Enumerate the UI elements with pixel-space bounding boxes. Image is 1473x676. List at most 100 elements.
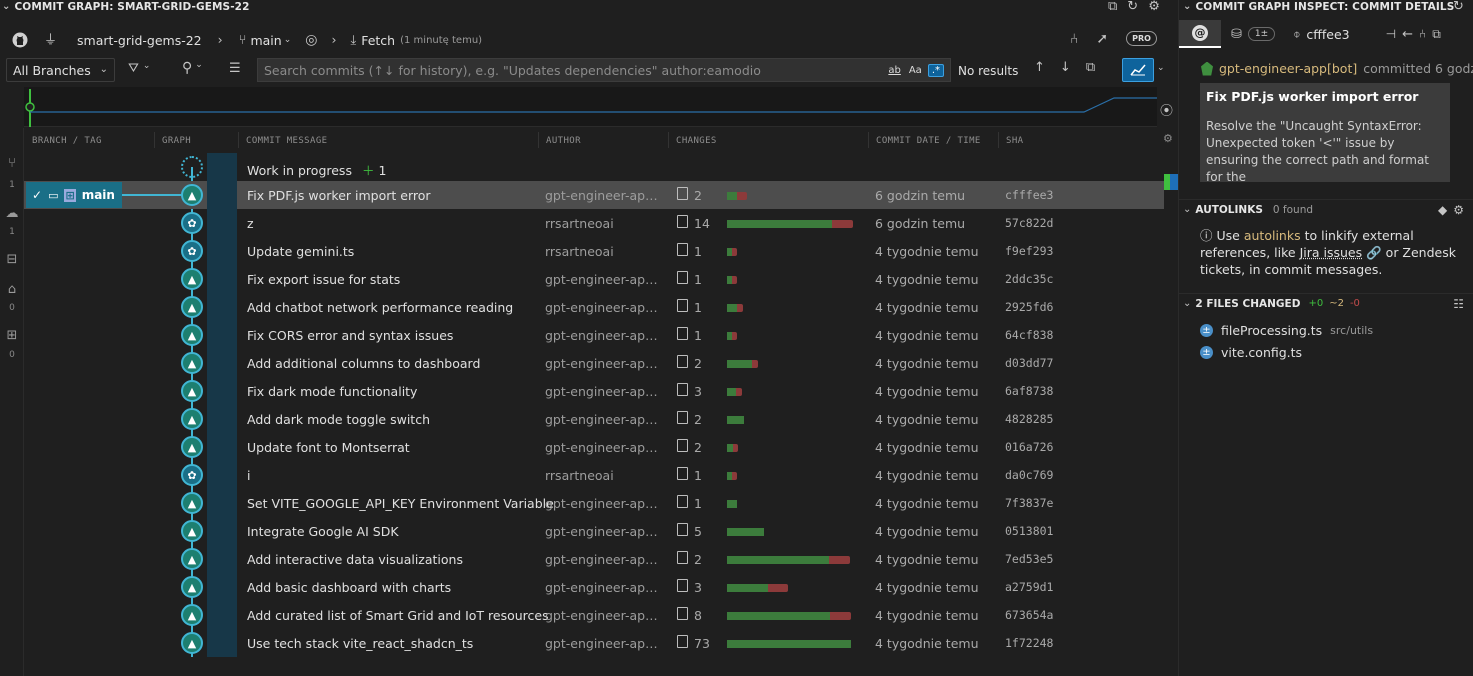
list-filter-icon[interactable]: ☰: [229, 62, 241, 75]
diamond-icon[interactable]: ◆: [1438, 204, 1447, 216]
user-avatar-icon[interactable]: ✿: [181, 240, 203, 262]
bot-avatar-icon[interactable]: ▲: [181, 352, 203, 374]
arrow-left-icon[interactable]: ←: [1402, 28, 1413, 41]
match-word-toggle[interactable]: ab: [888, 65, 900, 76]
commit-message: Add basic dashboard with charts: [247, 580, 452, 595]
branch-ref-main[interactable]: ✓ ▭ ⊞ main: [26, 182, 122, 208]
gear-icon[interactable]: ⚙: [1453, 204, 1464, 216]
fetch-button[interactable]: Fetch: [361, 33, 395, 48]
branches-select[interactable]: All Branches ⌄: [6, 58, 115, 82]
fetch-icon[interactable]: ⤓: [350, 34, 356, 47]
gear-icon[interactable]: ⚙: [1148, 0, 1160, 13]
commit-row[interactable]: ✿ i rrsartneoai 1 4 tygodnie temu da0c769: [24, 461, 1164, 489]
bot-avatar-icon[interactable]: ▲: [181, 520, 203, 542]
commit-row[interactable]: ▲ Add chatbot network performance reading…: [24, 293, 1164, 321]
refresh-icon[interactable]: ↻: [1453, 0, 1464, 13]
commit-row[interactable]: ▲ Add additional columns to dashboard gpt-…: [24, 349, 1164, 377]
rocket-icon[interactable]: ➚: [1096, 32, 1108, 46]
changes-badge[interactable]: 1±: [1247, 27, 1276, 41]
file-item[interactable]: ± vite.config.ts: [1200, 345, 1302, 360]
commit-row[interactable]: ▲ Fix CORS error and syntax issues gpt-eng…: [24, 321, 1164, 349]
bot-avatar-icon[interactable]: ▲: [181, 548, 203, 570]
bot-avatar-icon[interactable]: ▲: [181, 296, 203, 318]
commit-row[interactable]: ▲ Add curated list of Smart Grid and IoT …: [24, 601, 1164, 629]
col-sha[interactable]: SHA: [1006, 136, 1023, 146]
commit-row[interactable]: ▲ Set VITE_GOOGLE_API_KEY Environment Var…: [24, 489, 1164, 517]
wip-row[interactable]: Work in progress ＋ 1: [24, 153, 1164, 181]
pin-icon[interactable]: ⊣: [1386, 28, 1396, 40]
commit-sha[interactable]: cfffee3: [1306, 27, 1349, 42]
file-item[interactable]: ± fileProcessing.ts src/utils: [1200, 323, 1373, 338]
files-changed-header[interactable]: ⌄ 2 FILES CHANGED +0 ~2 -0 ☷: [1179, 293, 1473, 313]
bot-avatar-icon[interactable]: ▲: [181, 408, 203, 430]
bot-avatar-icon[interactable]: ▲: [181, 380, 203, 402]
github-icon[interactable]: [12, 32, 28, 48]
chevron-down-icon[interactable]: ⌄: [195, 61, 203, 75]
git-compare-icon[interactable]: ⑃: [1419, 28, 1426, 40]
merge-icon[interactable]: ⑃: [1070, 32, 1078, 46]
autolinks-link[interactable]: autolinks: [1244, 228, 1301, 243]
commit-row[interactable]: ▲ Fix dark mode functionality gpt-engineer…: [24, 377, 1164, 405]
match-case-toggle[interactable]: Aa: [909, 65, 922, 76]
user-avatar-icon[interactable]: ✿: [181, 212, 203, 234]
commit-row[interactable]: ✿ Update gemini.ts rrsartneoai 1 4 tygodnie …: [24, 237, 1164, 265]
bot-avatar-icon[interactable]: ▲: [181, 492, 203, 514]
tab-commit-details[interactable]: @: [1179, 20, 1221, 48]
col-changes[interactable]: CHANGES: [676, 136, 717, 146]
autolinks-header[interactable]: ⌄ AUTOLINKS 0 found ◆ ⚙: [1179, 199, 1473, 219]
chevron-down-icon[interactable]: ⌄: [1157, 64, 1165, 73]
open-external-icon[interactable]: ⧉: [1108, 0, 1117, 13]
refresh-icon[interactable]: ↻: [1127, 0, 1138, 13]
col-graph[interactable]: GRAPH: [162, 136, 191, 146]
commit-row[interactable]: ▲ Add basic dashboard with charts gpt-engi…: [24, 573, 1164, 601]
copy-icon[interactable]: ⧉: [1432, 28, 1441, 40]
commit-row[interactable]: ▲ Add interactive data visualizations gpt-…: [24, 545, 1164, 573]
list-tree-icon[interactable]: ☷: [1453, 298, 1464, 310]
chevron-down-icon[interactable]: ⌄: [143, 62, 151, 75]
commit-author[interactable]: gpt-engineer-app[bot]: [1219, 61, 1357, 76]
col-message[interactable]: COMMIT MESSAGE: [246, 136, 327, 146]
bot-avatar-icon[interactable]: ▲: [181, 576, 203, 598]
minimap[interactable]: [24, 87, 1157, 127]
target-icon[interactable]: ◎: [305, 33, 317, 47]
jira-link[interactable]: Jira issues: [1300, 245, 1363, 260]
chevron-down-icon[interactable]: ⌄: [2, 2, 10, 12]
branch-selector[interactable]: main: [250, 33, 281, 48]
col-author[interactable]: AUTHOR: [546, 136, 581, 146]
filter-icon[interactable]: ⛛: [128, 62, 139, 75]
commit-row[interactable]: ▲ Fix PDF.js worker import error gpt-engin…: [24, 181, 1164, 209]
bot-avatar-icon[interactable]: ▲: [181, 436, 203, 458]
col-branch-tag[interactable]: BRANCH / TAG: [32, 136, 102, 146]
chevron-down-icon[interactable]: ⌄: [284, 35, 292, 45]
commit-row[interactable]: ▲ Integrate Google AI SDK gpt-engineer-app…: [24, 517, 1164, 545]
regex-toggle[interactable]: .*: [927, 63, 944, 77]
bot-avatar-icon[interactable]: ▲: [181, 184, 203, 206]
bot-avatar-icon[interactable]: ▲: [181, 632, 203, 654]
commit-row[interactable]: ▲ Update font to Montserrat gpt-engineer-a…: [24, 433, 1164, 461]
changes-icon[interactable]: ⛁: [1231, 28, 1242, 41]
bot-avatar-icon[interactable]: ▲: [181, 604, 203, 626]
inspect-header[interactable]: ⌄ COMMIT GRAPH INSPECT: COMMIT DETAILS: [1183, 0, 1463, 14]
commit-row[interactable]: ▲ Add dark mode toggle switch gpt-engineer…: [24, 405, 1164, 433]
bot-avatar-icon[interactable]: ▲: [181, 324, 203, 346]
column-settings-icon[interactable]: ⚙: [1163, 133, 1173, 144]
panel-header[interactable]: ⌄ COMMIT GRAPH: SMART-GRID-GEMS-22: [2, 0, 602, 14]
pro-badge[interactable]: PRO: [1126, 31, 1157, 46]
plug-icon[interactable]: ⏚: [44, 34, 57, 47]
open-in-view-icon[interactable]: ⧉: [1086, 61, 1095, 74]
commit-row[interactable]: ▲ Use tech stack vite_react_shadcn_ts gpt-…: [24, 629, 1164, 657]
repo-name[interactable]: smart-grid-gems-22: [77, 33, 202, 48]
chevron-down-icon[interactable]: ⌄: [1183, 2, 1191, 12]
arrow-up-icon[interactable]: ↑: [1034, 61, 1045, 74]
graph-lane: [207, 181, 237, 209]
bot-avatar-icon[interactable]: ▲: [181, 268, 203, 290]
commit-row[interactable]: ▲ Fix export issue for stats gpt-engineer-…: [24, 265, 1164, 293]
arrow-down-icon[interactable]: ↓: [1060, 61, 1071, 74]
col-date[interactable]: COMMIT DATE / TIME: [876, 136, 981, 146]
user-avatar-icon[interactable]: ✿: [181, 464, 203, 486]
search-icon[interactable]: ⚲: [182, 61, 192, 75]
search-input[interactable]: Search commits (↑↓ for history), e.g. "U…: [257, 58, 951, 82]
commit-row[interactable]: ✿ z rrsartneoai 14 6 godzin temu 57c822d: [24, 209, 1164, 237]
minimap-marker-icon[interactable]: ⦿: [1160, 100, 1173, 119]
minimap-toggle-button[interactable]: [1122, 58, 1154, 82]
